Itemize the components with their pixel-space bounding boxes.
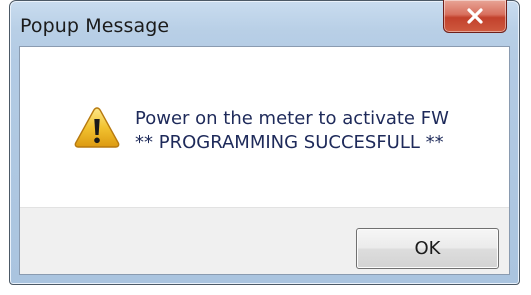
close-icon <box>467 8 483 24</box>
message-area: Power on the meter to activate FW ** PRO… <box>20 47 509 207</box>
popup-window: Popup Message Power on the meter to acti… <box>9 0 520 285</box>
warning-icon <box>74 107 120 148</box>
window-title: Popup Message <box>20 15 170 37</box>
message-line-1: Power on the meter to activate FW <box>135 108 449 129</box>
ok-button[interactable]: OK <box>356 228 499 269</box>
message-line-2: ** PROGRAMMING SUCCESFULL ** <box>135 132 444 153</box>
dialog-client-area: Power on the meter to activate FW ** PRO… <box>19 46 510 275</box>
close-button[interactable] <box>443 0 507 33</box>
button-bar: OK <box>20 207 509 274</box>
message-text: Power on the meter to activate FW ** PRO… <box>135 107 449 155</box>
